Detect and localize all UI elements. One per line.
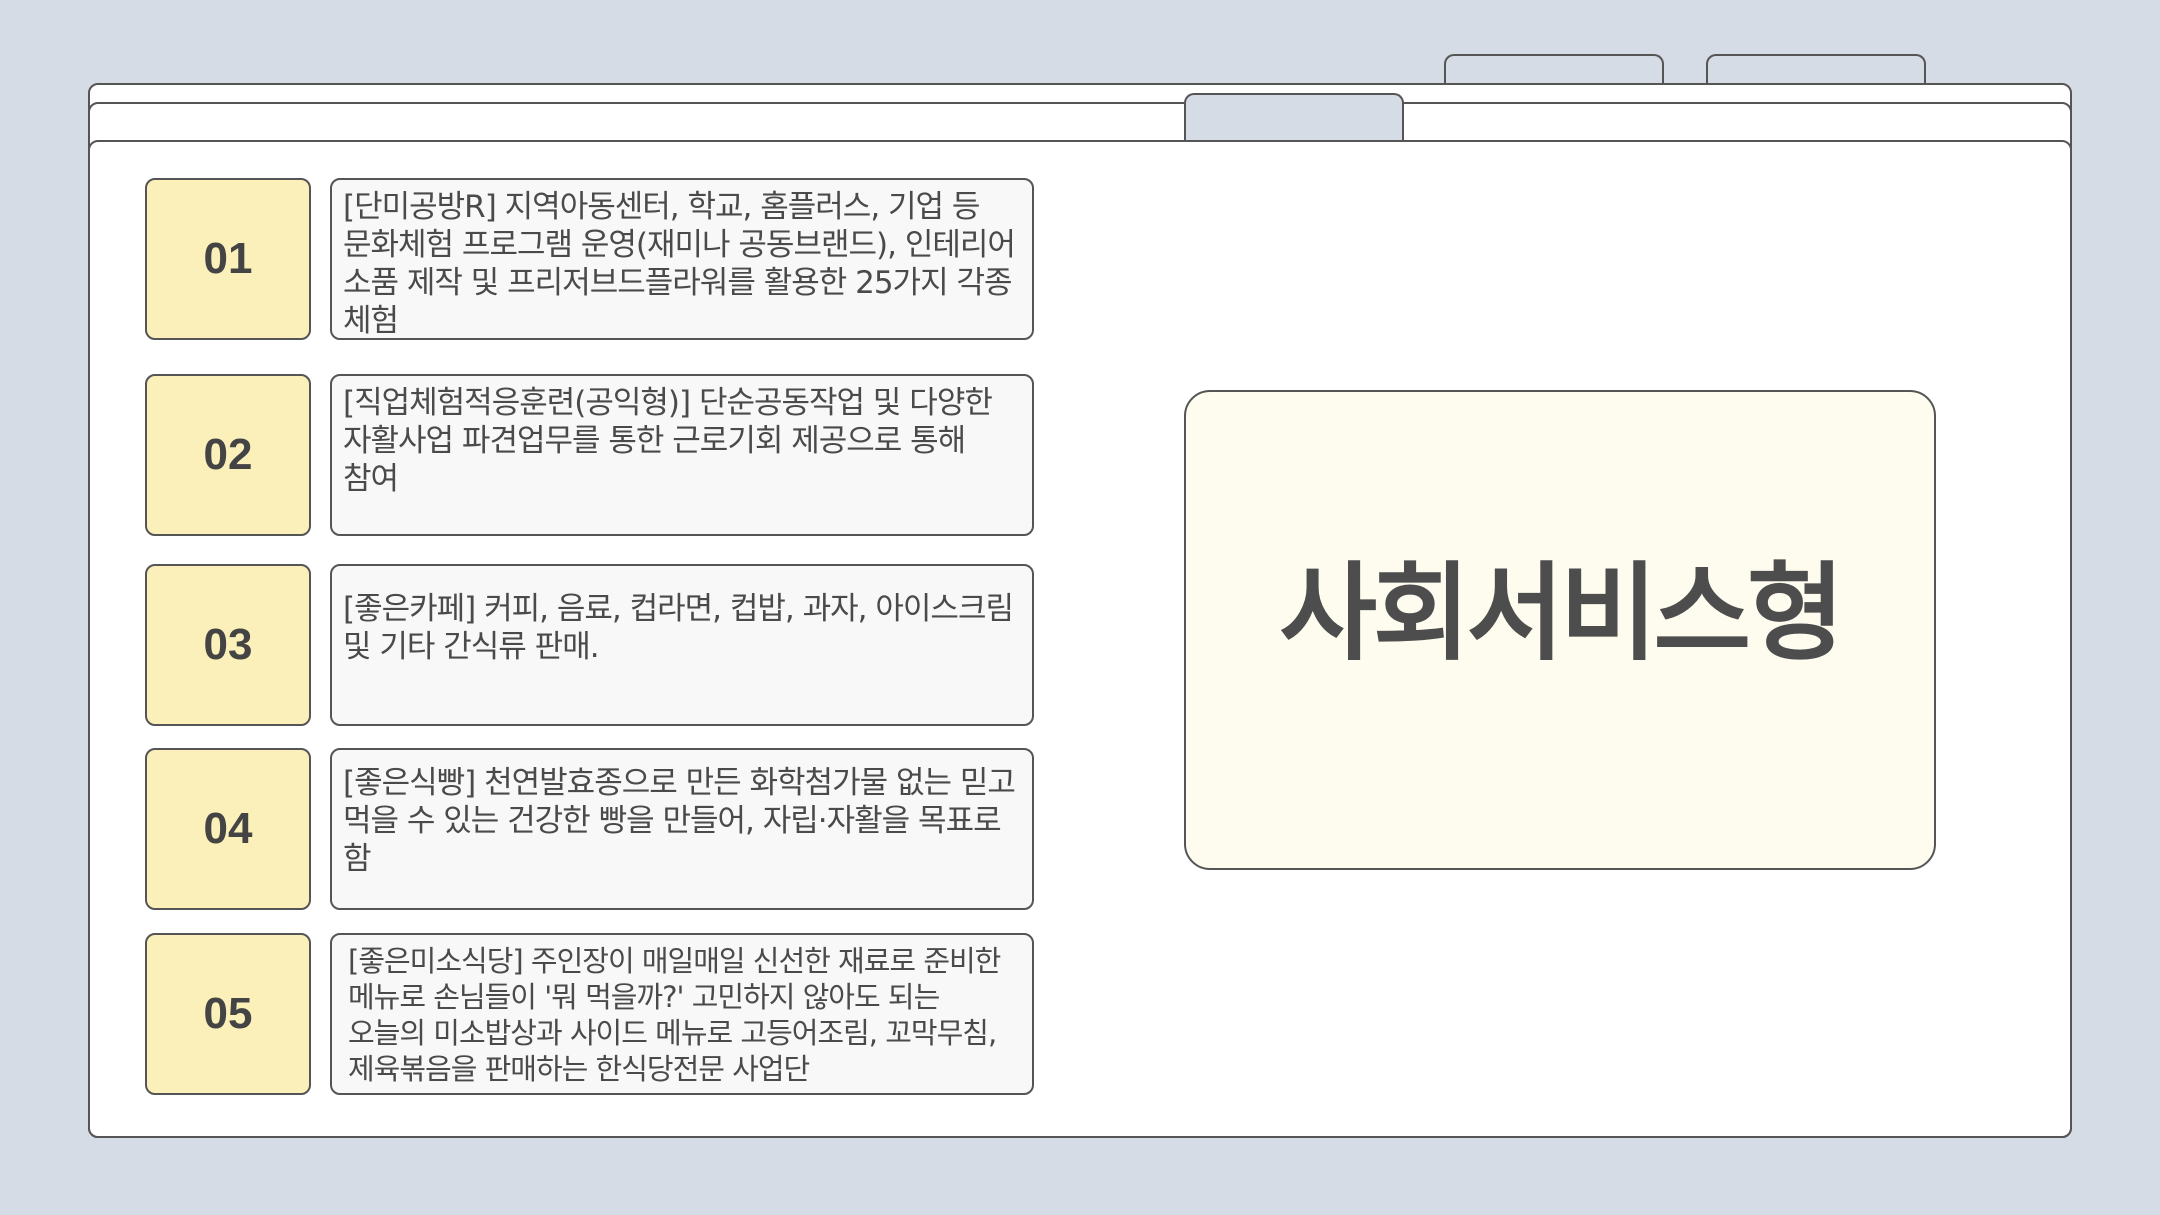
item-description-text: [좋은식빵] 천연발효종으로 만든 화학첨가물 없는 믿고 먹을 수 있는 건강…	[343, 765, 1016, 877]
item-description-text: [좋은카페] 커피, 음료, 컵라면, 컵밥, 과자, 아이스크림 및 기타 간…	[343, 591, 1014, 665]
item-description-05: [좋은미소식당] 주인장이 매일매일 신선한 재료로 준비한 메뉴로 손님들이 …	[330, 933, 1034, 1095]
item-description-text: [단미공방R] 지역아동센터, 학교, 홈플러스, 기업 등 문화체험 프로그램…	[343, 189, 1016, 339]
item-description-02: [직업체험적응훈련(공익형)] 단순공동작업 및 다양한 자활사업 파견업무를 …	[330, 374, 1034, 536]
item-description-text: [직업체험적응훈련(공익형)] 단순공동작업 및 다양한 자활사업 파견업무를 …	[343, 385, 993, 497]
item-description-01: [단미공방R] 지역아동센터, 학교, 홈플러스, 기업 등 문화체험 프로그램…	[330, 178, 1034, 340]
category-panel: 사회서비스형	[1184, 390, 1936, 870]
item-number-04: 04	[145, 748, 311, 910]
item-number-01: 01	[145, 178, 311, 340]
item-description-text: [좋은미소식당] 주인장이 매일매일 신선한 재료로 준비한 메뉴로 손님들이 …	[348, 944, 1001, 1086]
category-title: 사회서비스형	[1279, 552, 1844, 675]
folder-tab-active[interactable]	[1184, 93, 1404, 143]
item-number-02: 02	[145, 374, 311, 536]
item-number-05: 05	[145, 933, 311, 1095]
item-number-03: 03	[145, 564, 311, 726]
item-description-04: [좋은식빵] 천연발효종으로 만든 화학첨가물 없는 믿고 먹을 수 있는 건강…	[330, 748, 1034, 910]
item-description-03: [좋은카페] 커피, 음료, 컵라면, 컵밥, 과자, 아이스크림 및 기타 간…	[330, 564, 1034, 726]
